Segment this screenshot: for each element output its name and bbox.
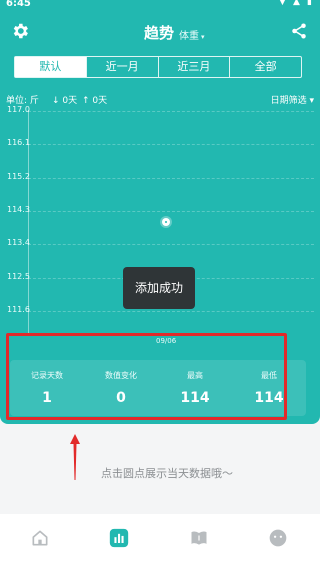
chart-y-axis — [28, 110, 29, 336]
grid-line — [28, 244, 314, 246]
y-tick-label: 114.3 — [7, 205, 30, 214]
unit-row: 单位: 斤 ↓ 0天 ↑ 0天 日期筛选 ▾ — [6, 93, 314, 106]
share-icon[interactable] — [290, 22, 308, 40]
y-tick-label: 117.0 — [7, 105, 30, 114]
page-title: 趋势 — [144, 24, 175, 42]
bottom-nav — [0, 514, 320, 564]
status-time: 6:45 — [6, 0, 31, 9]
gear-icon[interactable] — [10, 21, 30, 41]
highlight-box — [6, 333, 287, 420]
top-bar: 趋势 体重 ▾ — [0, 18, 320, 46]
grid-line — [28, 177, 314, 179]
book-icon[interactable] — [189, 528, 209, 548]
metric-selector-label: 体重 — [179, 31, 199, 42]
status-bar: 6:45 ▼ ▲ ▮ — [0, 0, 320, 12]
tab-all[interactable]: 全部 — [229, 57, 301, 77]
tab-last-three-months[interactable]: 近三月 — [157, 57, 230, 77]
toast-message: 添加成功 — [123, 267, 195, 309]
metric-selector[interactable]: 体重 ▾ — [179, 27, 205, 42]
y-tick-label: 115.2 — [7, 171, 30, 181]
home-icon[interactable] — [30, 528, 50, 548]
status-icons: ▼ ▲ ▮ — [278, 0, 314, 7]
weight-chart: 117.0 116.1 115.2 114.3 113.4 112.5 111.6 09/06 — [0, 105, 320, 345]
y-tick-label: 113.4 — [7, 238, 30, 248]
face-icon[interactable] — [268, 528, 288, 548]
y-tick-label: 112.5 — [7, 271, 30, 281]
grid-line — [28, 311, 314, 312]
tab-default[interactable]: 默认 — [15, 57, 86, 77]
hint-text: 点击圆点展示当天数据哦～ — [101, 467, 233, 480]
grid-line — [28, 111, 314, 112]
grid-line — [28, 144, 314, 146]
y-tick-label: 116.1 — [7, 138, 30, 148]
data-point[interactable] — [162, 218, 170, 227]
trend-icon[interactable] — [109, 528, 129, 548]
range-tabs: 默认 近一月 近三月 全部 — [14, 56, 302, 78]
chevron-down-icon: ▾ — [201, 33, 205, 41]
tab-last-month[interactable]: 近一月 — [85, 57, 158, 77]
y-tick-label: 111.6 — [7, 305, 30, 314]
grid-line — [28, 211, 314, 212]
